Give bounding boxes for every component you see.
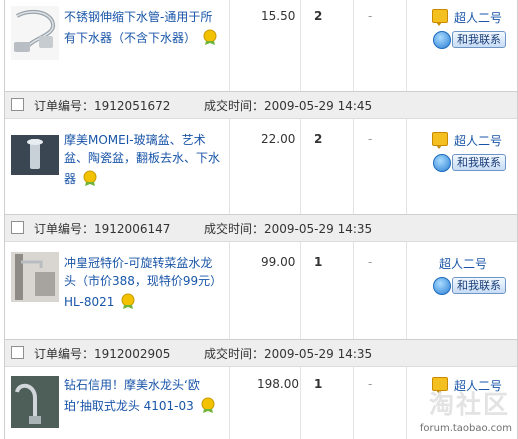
- product-title-link[interactable]: 钻石信用！摩美水龙头‘欧珀’抽取式龙头 4101-03: [64, 376, 224, 415]
- deal-time-label: 成交时间：: [204, 99, 265, 113]
- wangwang-icon: [433, 153, 451, 172]
- deal-time: 2009-05-29 14:35: [264, 222, 373, 236]
- product-thumbnail[interactable]: [11, 135, 59, 175]
- quantity: 1: [314, 255, 323, 269]
- quantity: 1: [314, 377, 323, 391]
- product-thumbnail[interactable]: [11, 252, 59, 302]
- watermark-logo: 淘社区: [428, 390, 510, 419]
- unit-price: 198.00: [257, 377, 299, 391]
- contact-seller-button[interactable]: 和我联系: [433, 30, 506, 49]
- product-thumbnail[interactable]: [11, 6, 59, 60]
- contact-seller-button[interactable]: 和我联系: [433, 153, 506, 172]
- order-number: 1912006147: [94, 222, 171, 236]
- product-title-link[interactable]: 摩美MOMEI-玻璃盆、艺术盆、陶瓷盆，翻板去水、下水器: [64, 131, 224, 188]
- order-number-label: 订单编号：: [34, 347, 95, 361]
- order-header: 订单编号：1912006147 成交时间：2009-05-29 14:35: [5, 214, 517, 242]
- medal-icon: [201, 397, 215, 413]
- wangwang-icon: [433, 30, 451, 49]
- seller-name-link[interactable]: 超人二号: [439, 255, 487, 272]
- order-status: -: [368, 9, 373, 23]
- quantity: 2: [314, 9, 323, 23]
- order-checkbox[interactable]: [11, 346, 24, 359]
- medal-icon: [203, 29, 217, 45]
- order-number: 1912051672: [94, 99, 171, 113]
- order-checkbox[interactable]: [11, 98, 24, 111]
- wangwang-message-icon[interactable]: [432, 9, 448, 26]
- wangwang-message-icon[interactable]: [432, 132, 448, 149]
- product-thumbnail[interactable]: [11, 376, 59, 428]
- order-header: 订单编号：1912002905 成交时间：2009-05-29 14:35: [5, 339, 517, 367]
- seller-name-link[interactable]: 超人二号: [454, 132, 502, 149]
- watermark-url: forum.taobao.com: [419, 423, 512, 434]
- order-number: 1912002905: [94, 347, 171, 361]
- product-title-link[interactable]: 不锈钢伸缩下水管-通用于所有下水器（不含下水器）: [64, 8, 224, 47]
- unit-price: 15.50: [261, 9, 296, 23]
- order-number-label: 订单编号：: [34, 99, 95, 113]
- product-title-link[interactable]: 冲皇冠特价-可旋转菜盆水龙头（市价388，现特价99元）HL-8021: [64, 254, 224, 311]
- wangwang-icon: [433, 276, 451, 295]
- deal-time-label: 成交时间：: [204, 222, 265, 236]
- order-status: -: [368, 377, 373, 391]
- order-list: 不锈钢伸缩下水管-通用于所有下水器（不含下水器） 15.50 2 - 超人二号 …: [4, 0, 518, 439]
- unit-price: 22.00: [261, 132, 296, 146]
- order-status: -: [368, 255, 373, 269]
- order-header: 订单编号：1912051672 成交时间：2009-05-29 14:45: [5, 91, 517, 119]
- unit-price: 99.00: [261, 255, 296, 269]
- order-checkbox[interactable]: [11, 221, 24, 234]
- deal-time: 2009-05-29 14:35: [264, 347, 373, 361]
- deal-time: 2009-05-29 14:45: [264, 99, 373, 113]
- medal-icon: [83, 170, 97, 186]
- quantity: 2: [314, 132, 323, 146]
- seller-name-link[interactable]: 超人二号: [454, 9, 502, 26]
- contact-seller-button[interactable]: 和我联系: [433, 276, 506, 295]
- order-status: -: [368, 132, 373, 146]
- medal-icon: [121, 293, 135, 309]
- order-number-label: 订单编号：: [34, 222, 95, 236]
- deal-time-label: 成交时间：: [204, 347, 265, 361]
